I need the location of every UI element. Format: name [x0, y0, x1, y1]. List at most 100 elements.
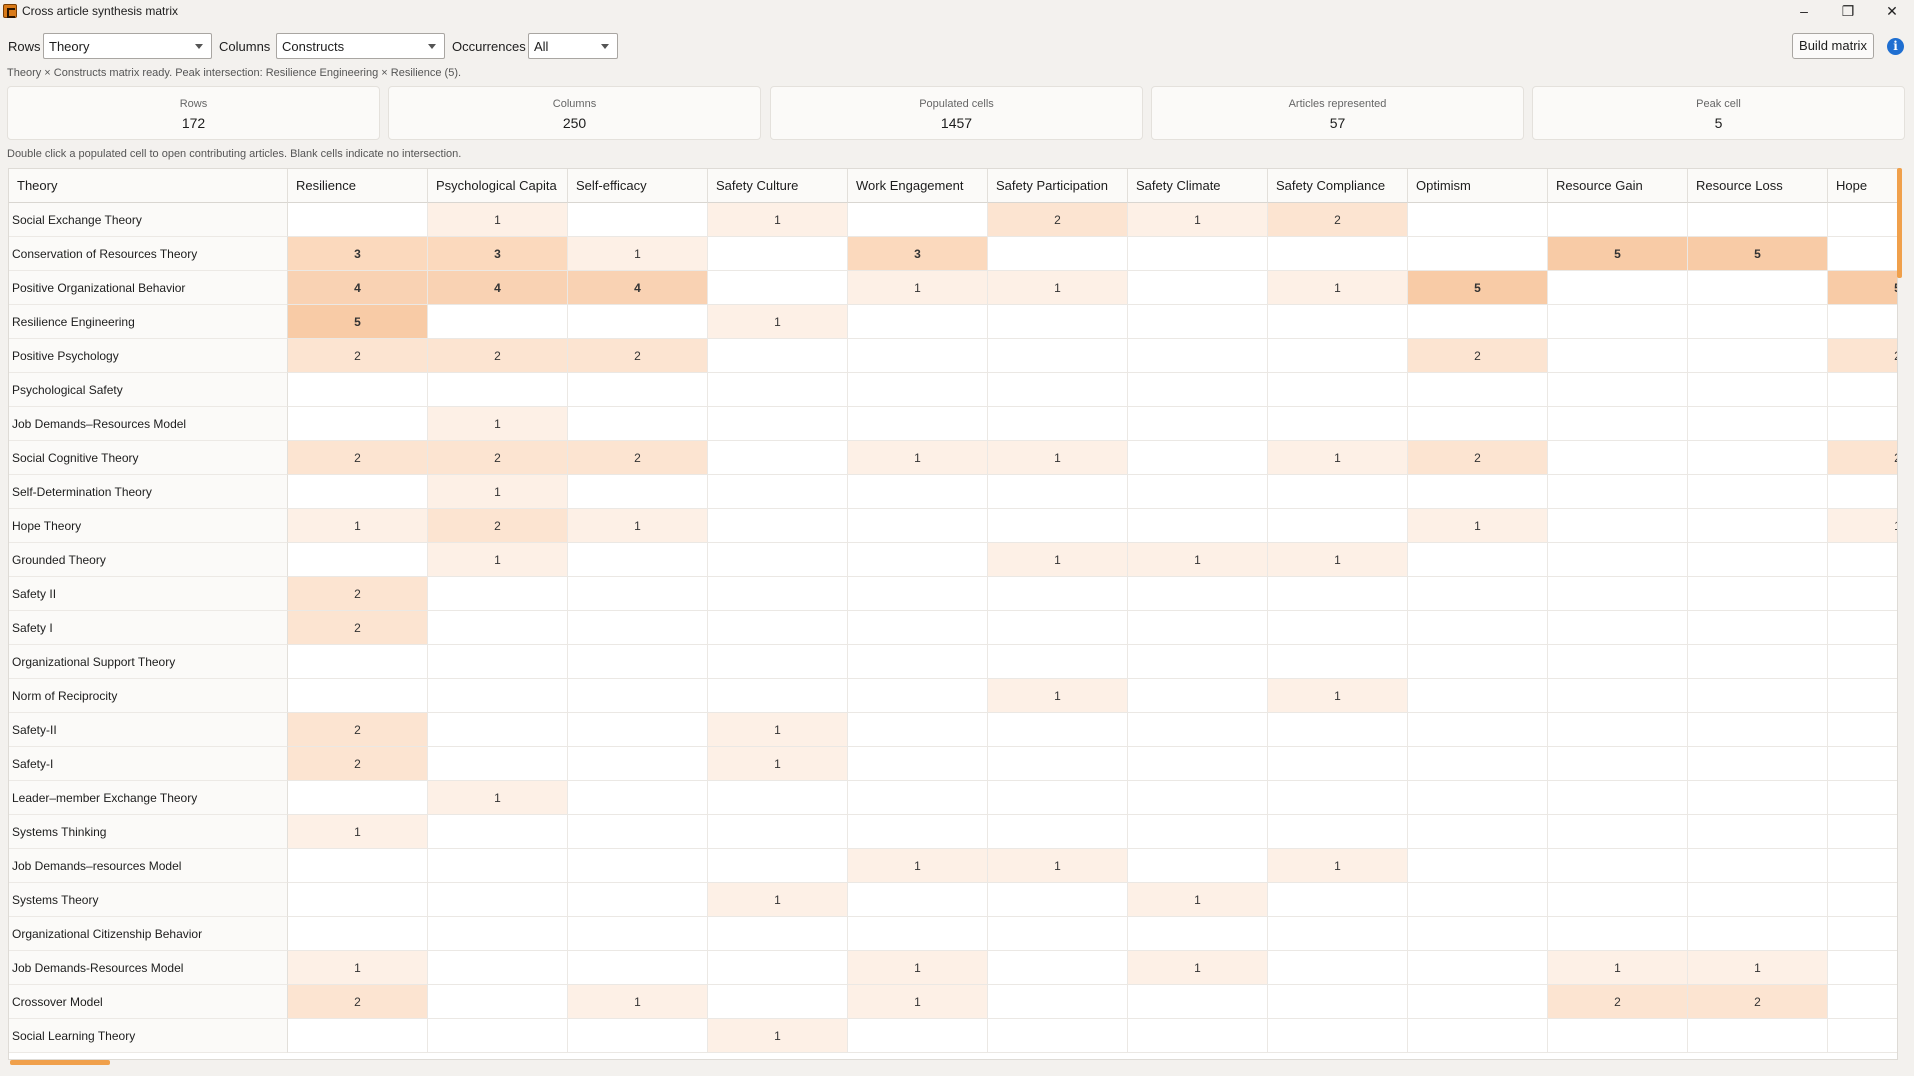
column-header[interactable]: Self-efficacy — [568, 169, 708, 203]
matrix-cell[interactable]: 1 — [848, 271, 988, 305]
matrix-cell[interactable]: 2 — [1408, 441, 1548, 475]
matrix-cell[interactable]: 1 — [288, 815, 428, 849]
matrix-cell[interactable] — [708, 679, 848, 713]
matrix-cell[interactable]: 2 — [428, 339, 568, 373]
matrix-cell[interactable] — [1408, 645, 1548, 679]
matrix-cell[interactable] — [1828, 237, 1897, 271]
matrix-cell[interactable]: 1 — [428, 407, 568, 441]
matrix-cell[interactable] — [288, 679, 428, 713]
matrix-cell[interactable] — [1268, 747, 1408, 781]
matrix-cell[interactable] — [1688, 1019, 1828, 1053]
matrix-cell[interactable] — [1128, 917, 1268, 951]
matrix-cell[interactable] — [1828, 407, 1897, 441]
row-header[interactable]: Safety-I — [9, 747, 288, 781]
matrix-cell[interactable] — [568, 849, 708, 883]
matrix-cell[interactable] — [1828, 747, 1897, 781]
column-header[interactable]: Hope — [1828, 169, 1897, 203]
matrix-cell[interactable]: 1 — [568, 985, 708, 1019]
matrix-cell[interactable]: 1 — [1268, 849, 1408, 883]
matrix-cell[interactable] — [1128, 577, 1268, 611]
matrix-cell[interactable] — [1408, 917, 1548, 951]
row-header[interactable]: Job Demands–resources Model — [9, 849, 288, 883]
matrix-cell[interactable] — [1828, 951, 1897, 985]
matrix-cell[interactable] — [988, 713, 1128, 747]
matrix-cell[interactable] — [988, 781, 1128, 815]
matrix-cell[interactable] — [1828, 883, 1897, 917]
matrix-cell[interactable] — [848, 611, 988, 645]
matrix-cell[interactable] — [1688, 373, 1828, 407]
matrix-cell[interactable] — [848, 1019, 988, 1053]
matrix-cell[interactable] — [708, 985, 848, 1019]
matrix-cell[interactable] — [1128, 475, 1268, 509]
matrix-cell[interactable] — [428, 611, 568, 645]
matrix-cell[interactable]: 2 — [428, 441, 568, 475]
matrix-cell[interactable] — [708, 917, 848, 951]
matrix-cell[interactable] — [1268, 713, 1408, 747]
matrix-cell[interactable]: 1 — [988, 849, 1128, 883]
matrix-cell[interactable] — [988, 985, 1128, 1019]
matrix-cell[interactable] — [1688, 271, 1828, 305]
matrix-cell[interactable]: 1 — [708, 713, 848, 747]
matrix-cell[interactable] — [708, 543, 848, 577]
matrix-cell[interactable] — [1548, 373, 1688, 407]
matrix-cell[interactable] — [988, 645, 1128, 679]
matrix-cell[interactable] — [1268, 407, 1408, 441]
matrix-cell[interactable] — [1688, 543, 1828, 577]
matrix-cell[interactable] — [1128, 985, 1268, 1019]
matrix-cell[interactable] — [1408, 237, 1548, 271]
matrix-cell[interactable] — [428, 305, 568, 339]
matrix-cell[interactable] — [708, 815, 848, 849]
row-header[interactable]: Self-Determination Theory — [9, 475, 288, 509]
row-header[interactable]: Resilience Engineering — [9, 305, 288, 339]
matrix-cell[interactable] — [1548, 713, 1688, 747]
matrix-cell[interactable]: 1 — [708, 883, 848, 917]
matrix-cell[interactable] — [1128, 441, 1268, 475]
row-header[interactable]: Psychological Safety — [9, 373, 288, 407]
row-header[interactable]: Social Learning Theory — [9, 1019, 288, 1053]
matrix-cell[interactable] — [1128, 611, 1268, 645]
matrix-cell[interactable] — [848, 407, 988, 441]
column-header[interactable]: Resource Loss — [1688, 169, 1828, 203]
matrix-cell[interactable] — [1128, 407, 1268, 441]
matrix-cell[interactable] — [848, 373, 988, 407]
matrix-cell[interactable]: 2 — [288, 611, 428, 645]
matrix-cell[interactable] — [1408, 543, 1548, 577]
matrix-cell[interactable] — [428, 917, 568, 951]
matrix-cell[interactable] — [1128, 1019, 1268, 1053]
matrix-cell[interactable]: 2 — [1408, 339, 1548, 373]
rows-dropdown[interactable]: Theory — [43, 33, 212, 59]
matrix-cell[interactable] — [1688, 781, 1828, 815]
row-header[interactable]: Crossover Model — [9, 985, 288, 1019]
matrix-cell[interactable] — [988, 237, 1128, 271]
row-header[interactable]: Norm of Reciprocity — [9, 679, 288, 713]
row-header[interactable]: Leader–member Exchange Theory — [9, 781, 288, 815]
matrix-cell[interactable] — [988, 611, 1128, 645]
matrix-cell[interactable] — [708, 475, 848, 509]
matrix-cell[interactable] — [1548, 883, 1688, 917]
matrix-cell[interactable] — [428, 815, 568, 849]
matrix-cell[interactable] — [848, 305, 988, 339]
matrix-cell[interactable] — [568, 407, 708, 441]
column-header[interactable]: Optimism — [1408, 169, 1548, 203]
info-icon[interactable]: i — [1887, 38, 1904, 55]
matrix-cell[interactable] — [1548, 679, 1688, 713]
matrix-cell[interactable] — [1408, 849, 1548, 883]
matrix-cell[interactable] — [1828, 203, 1897, 237]
matrix-cell[interactable] — [428, 951, 568, 985]
matrix-cell[interactable] — [1548, 407, 1688, 441]
matrix-cell[interactable]: 1 — [568, 509, 708, 543]
matrix-cell[interactable] — [288, 543, 428, 577]
column-header[interactable]: Safety Culture — [708, 169, 848, 203]
matrix-cell[interactable]: 1 — [428, 543, 568, 577]
matrix-cell[interactable] — [428, 373, 568, 407]
matrix-cell[interactable] — [1268, 373, 1408, 407]
matrix-cell[interactable] — [708, 781, 848, 815]
matrix-cell[interactable] — [1548, 917, 1688, 951]
matrix-cell[interactable]: 1 — [988, 441, 1128, 475]
row-header[interactable]: Systems Thinking — [9, 815, 288, 849]
matrix-cell[interactable] — [428, 577, 568, 611]
matrix-cell[interactable] — [1408, 373, 1548, 407]
matrix-cell[interactable] — [848, 917, 988, 951]
matrix-cell[interactable] — [1688, 713, 1828, 747]
matrix-cell[interactable] — [288, 781, 428, 815]
